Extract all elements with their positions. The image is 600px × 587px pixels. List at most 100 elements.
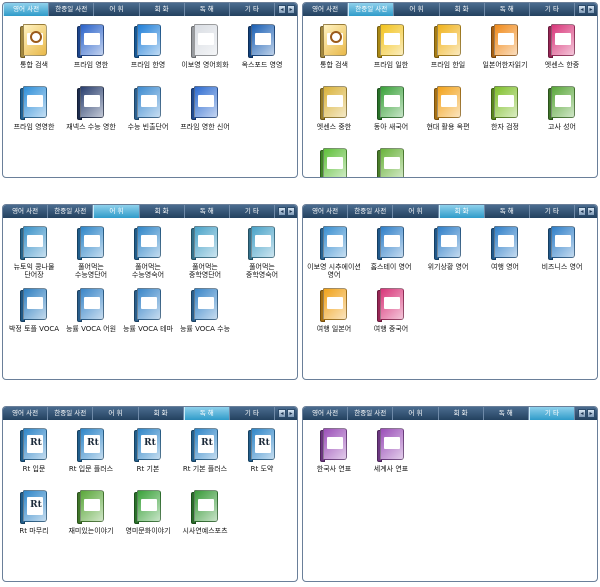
tab-3[interactable]: 회 화 [139,407,184,420]
scroll-right-icon[interactable]: ▸ [587,207,595,216]
tab-3[interactable]: 회 화 [140,205,185,218]
dictionary-item[interactable]: 풀어먹는 중학영숙어 [234,226,290,284]
dictionary-item[interactable]: 여행 중국어 [363,288,419,346]
book-icon [134,226,162,260]
tab-4[interactable]: 독 해 [484,407,529,420]
dictionary-item[interactable]: Rt Rt 입문 [6,428,62,486]
tab-2[interactable]: 어 휘 [393,205,439,218]
dictionary-item[interactable]: 프라임 한일 [420,24,476,82]
tab-0[interactable]: 영어 사전 [3,3,50,16]
dictionary-item[interactable]: 엣센스 한중 [534,24,590,82]
dictionary-item[interactable]: 위기상황 영어 [420,226,476,284]
tab-5[interactable]: 기 타 [528,407,576,420]
tab-3[interactable]: 회 화 [440,3,485,16]
dictionary-item[interactable]: 한자 검정 [477,86,533,144]
tab-4[interactable]: 독 해 [185,205,230,218]
dictionary-item[interactable]: Rt Rt 도약 [234,428,290,486]
dictionary-grid: 뉴토익 콩나물 단어장 풀어먹는 수능영단어 풀어먹는 수능영숙어 풀어먹는 중학영단… [3,218,297,346]
tab-2[interactable]: 어 휘 [94,3,140,16]
dictionary-item[interactable]: Rt Rt 기본 [120,428,176,486]
tab-1[interactable]: 한중일 사전 [348,407,394,420]
tab-1[interactable]: 한중일 사전 [348,3,395,16]
dictionary-item[interactable]: 능률 VOCA 어원 [63,288,119,346]
dictionary-item[interactable]: 유사어 반의어 [363,148,419,177]
tab-5[interactable]: 기 타 [230,3,276,16]
dictionary-item[interactable]: 능률 VOCA 테마 [120,288,176,346]
dictionary-item[interactable]: 여행 영어 [477,226,533,284]
tab-0[interactable]: 영어 사전 [3,205,49,218]
dictionary-item[interactable]: 능률 VOCA 수능 [177,288,233,346]
tab-2[interactable]: 어 휘 [393,407,439,420]
dictionary-item[interactable]: 옥스포드 영영 [234,24,290,82]
tab-4[interactable]: 독 해 [485,205,530,218]
tab-5[interactable]: 기 타 [530,205,576,218]
scroll-right-icon[interactable]: ▸ [287,5,295,14]
dictionary-item[interactable]: 뉴토익 콩나물 단어장 [6,226,62,284]
dictionary-item[interactable]: 통합 검색 [306,24,362,82]
dictionary-item[interactable]: 프라임 영한 [63,24,119,82]
tab-1[interactable]: 한중일 사전 [49,3,95,16]
book-icon [20,226,48,260]
scroll-left-icon[interactable]: ◂ [578,207,586,216]
tab-5[interactable]: 기 타 [230,205,276,218]
dictionary-item[interactable]: 풀어먹는 중학영단어 [177,226,233,284]
scroll-right-icon[interactable]: ▸ [587,409,595,418]
dictionary-item[interactable]: 재미있는이야기 [63,490,119,548]
tab-0[interactable]: 영어 사전 [303,407,349,420]
tab-0[interactable]: 영어 사전 [3,407,49,420]
scroll-right-icon[interactable]: ▸ [287,207,295,216]
dictionary-item-label: 세계사 연표 [373,465,409,473]
dictionary-item[interactable]: 일본어한자읽기 [477,24,533,82]
dictionary-item[interactable]: 프라임 영한 신어 [177,86,233,144]
tab-1[interactable]: 한중일 사전 [348,205,394,218]
tab-0[interactable]: 영어 사전 [303,205,349,218]
dictionary-item[interactable]: 수능 빈출단어 [120,86,176,144]
scroll-left-icon[interactable]: ◂ [578,409,586,418]
scroll-right-icon[interactable]: ▸ [287,409,295,418]
dictionary-item[interactable]: 세계사 연표 [363,428,419,486]
dictionary-item[interactable]: 이보영 시추에이션 영어 [306,226,362,284]
dictionary-item[interactable]: 여행 일본어 [306,288,362,346]
dictionary-item[interactable]: 고사 성어 [534,86,590,144]
tab-3[interactable]: 회 화 [140,3,185,16]
dictionary-item[interactable]: 한국사 연표 [306,428,362,486]
scroll-left-icon[interactable]: ◂ [278,207,286,216]
tab-2[interactable]: 어 휘 [93,407,139,420]
dictionary-item[interactable]: 풀어먹는 수능영숙어 [120,226,176,284]
tab-3[interactable]: 회 화 [438,205,485,218]
tab-2[interactable]: 어 휘 [93,205,140,218]
tab-4[interactable]: 독 해 [485,3,530,16]
dictionary-item[interactable]: 비즈니스 영어 [534,226,590,284]
dictionary-item[interactable]: 프라임 한영 [120,24,176,82]
scroll-left-icon[interactable]: ◂ [578,5,586,14]
dictionary-item[interactable]: 시사연예스포츠 [177,490,233,548]
scroll-left-icon[interactable]: ◂ [278,5,286,14]
tab-1[interactable]: 한중일 사전 [48,205,94,218]
tab-3[interactable]: 회 화 [439,407,484,420]
dictionary-item[interactable]: Rt Rt 기본 플러스 [177,428,233,486]
tab-5[interactable]: 기 타 [530,3,576,16]
dictionary-item[interactable]: 이보영 영어회화 [177,24,233,82]
dictionary-item[interactable]: 동아 새국어 [363,86,419,144]
tab-4[interactable]: 독 해 [183,407,230,420]
tab-1[interactable]: 한중일 사전 [48,407,94,420]
tab-2[interactable]: 어 휘 [394,3,440,16]
dictionary-item[interactable]: 우리말 속담 [306,148,362,177]
dictionary-item[interactable]: 엣센스 중한 [306,86,362,144]
scroll-left-icon[interactable]: ◂ [278,409,286,418]
dictionary-item[interactable]: 풀어먹는 수능영단어 [63,226,119,284]
dictionary-item[interactable]: 홈스테이 영어 [363,226,419,284]
tab-0[interactable]: 영어 사전 [303,3,349,16]
dictionary-item[interactable]: Rt Rt 마무리 [6,490,62,548]
dictionary-item[interactable]: 영미문화이야기 [120,490,176,548]
dictionary-item[interactable]: 프라임 일한 [363,24,419,82]
tab-4[interactable]: 독 해 [185,3,230,16]
dictionary-item[interactable]: 재넥스 수능 영한 [63,86,119,144]
dictionary-item[interactable]: 박정 토플 VOCA [6,288,62,346]
scroll-right-icon[interactable]: ▸ [587,5,595,14]
dictionary-item[interactable]: 현대 활용 옥편 [420,86,476,144]
tab-5[interactable]: 기 타 [230,407,276,420]
dictionary-item[interactable]: Rt Rt 입문 플러스 [63,428,119,486]
dictionary-item[interactable]: 프라임 영영한 [6,86,62,144]
dictionary-item[interactable]: 통합 검색 [6,24,62,82]
